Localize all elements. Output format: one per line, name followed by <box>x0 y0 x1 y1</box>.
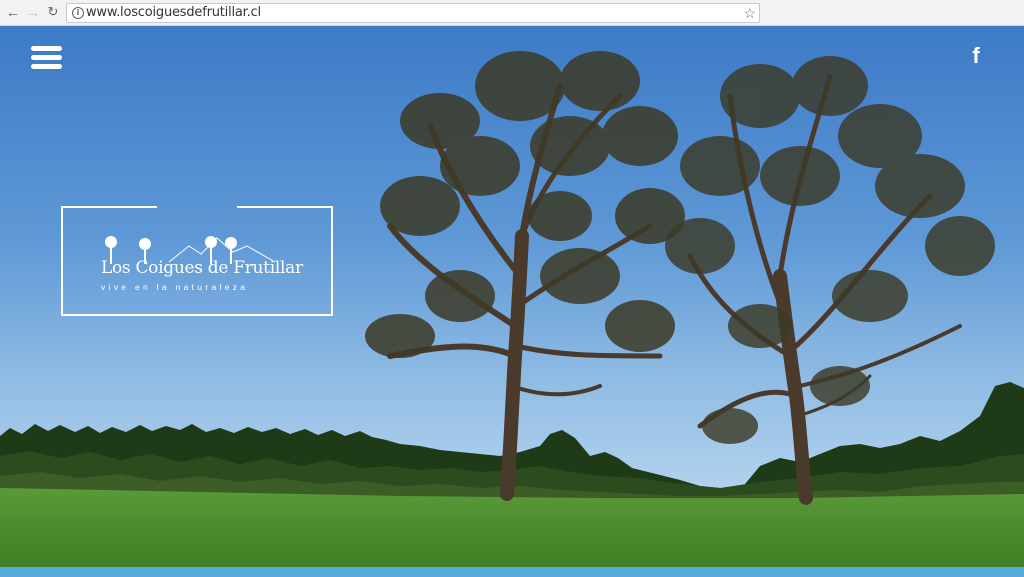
info-icon[interactable]: i <box>72 7 84 19</box>
menu-bar <box>31 55 62 60</box>
forward-arrow-icon[interactable]: → <box>25 4 41 20</box>
address-bar[interactable]: i www.loscoiguesdefrutillar.cl ☆ <box>66 3 760 23</box>
site-logo[interactable]: Los Coigues de Frutillar vive en la natu… <box>61 206 333 316</box>
logo-name: Los Coigues de Frutillar <box>101 258 303 278</box>
bottom-accent-bar <box>0 567 1024 577</box>
browser-toolbar: ← → ↻ i www.loscoiguesdefrutillar.cl ☆ <box>0 0 1024 26</box>
menu-bar <box>31 64 62 69</box>
logo-frame-bottom <box>61 314 333 316</box>
url-text[interactable]: www.loscoiguesdefrutillar.cl <box>86 5 261 21</box>
bookmark-star-icon[interactable]: ☆ <box>743 4 756 22</box>
browser-window: ← → ↻ i www.loscoiguesdefrutillar.cl ☆ f… <box>0 0 1024 577</box>
logo-frame-top-left <box>61 206 157 208</box>
hamburger-menu-icon[interactable] <box>31 46 62 70</box>
logo-frame-right <box>331 206 333 316</box>
logo-tagline: vive en la naturaleza <box>101 282 249 292</box>
web-page: f Los Coigues de Frutillar vive en la na… <box>0 26 1024 577</box>
reload-icon[interactable]: ↻ <box>45 4 61 20</box>
back-arrow-icon[interactable]: ← <box>5 4 21 20</box>
logo-frame-left <box>61 206 63 316</box>
logo-frame-top-right <box>237 206 333 208</box>
facebook-icon[interactable]: f <box>965 43 987 69</box>
menu-bar <box>31 46 62 51</box>
